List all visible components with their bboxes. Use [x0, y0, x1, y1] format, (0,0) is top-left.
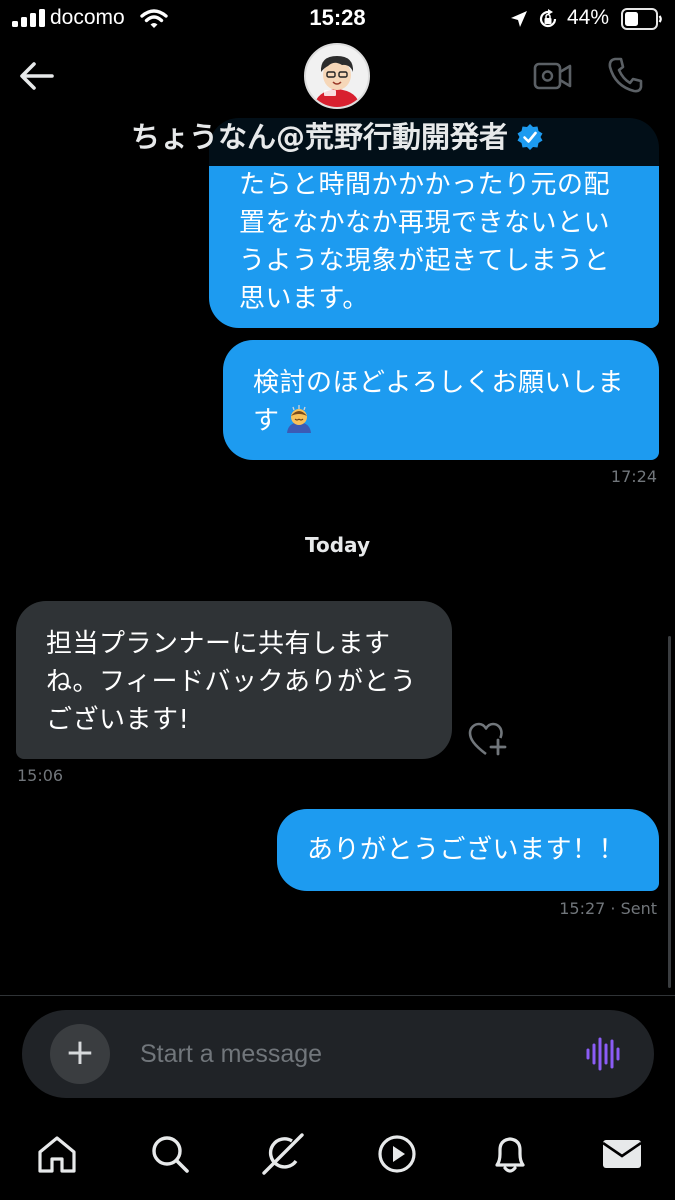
notifications-icon	[495, 1137, 525, 1173]
location-arrow-icon	[511, 11, 527, 27]
verified-badge-icon	[517, 124, 543, 150]
avatar-illustration	[306, 45, 368, 107]
bowing-person-emoji	[286, 405, 311, 433]
status-bar: docomo 15:28 44%	[0, 0, 675, 40]
contact-avatar[interactable]	[304, 43, 370, 109]
bottom-navigation	[0, 1112, 675, 1200]
contact-name-row[interactable]: ちょうなん@荒野行動開発者	[0, 114, 675, 156]
home-icon	[38, 1136, 76, 1173]
contact-name: ちょうなん@荒野行動開発者	[130, 120, 508, 154]
message-composer[interactable]: +	[22, 1010, 654, 1098]
nav-grok[interactable]	[261, 1132, 305, 1176]
back-button[interactable]	[16, 56, 58, 96]
message-status: 15:27 · Sent	[559, 899, 657, 918]
message-timestamp: 15:06	[17, 766, 64, 785]
conversation-header: docomo 15:28 44% ちょうなん@荒野行動開発者	[0, 0, 675, 166]
grok-icon	[262, 1133, 304, 1175]
battery-percentage: 44%	[567, 6, 610, 29]
battery-icon	[621, 8, 662, 30]
video-call-button[interactable]	[533, 58, 573, 94]
voice-message-button[interactable]	[584, 1036, 622, 1072]
message-timestamp: 17:24	[610, 467, 657, 486]
day-divider: Today	[305, 533, 370, 557]
message-bubble-sent[interactable]: 検討のほどよろしくお願いしま す	[223, 340, 659, 460]
message-input[interactable]	[140, 1032, 560, 1076]
rotation-lock-icon	[539, 9, 557, 28]
plus-icon: +	[64, 1032, 96, 1073]
scrollbar[interactable]	[668, 636, 671, 988]
message-bubble-sent[interactable]: ありがとうございます！！	[277, 809, 659, 891]
nav-notifications[interactable]	[488, 1132, 532, 1176]
video-icon	[378, 1135, 416, 1173]
search-icon	[152, 1136, 189, 1173]
add-attachment-button[interactable]: +	[50, 1024, 110, 1084]
nav-search[interactable]	[148, 1132, 192, 1176]
phone-icon	[608, 57, 643, 93]
voice-call-button[interactable]	[606, 55, 644, 95]
nav-home[interactable]	[35, 1132, 79, 1176]
back-arrow-icon	[20, 62, 54, 90]
message-bubble-received[interactable]: 担当プランナーに共有します ね。フィードバックありがとう ございます!	[16, 601, 452, 759]
add-reaction-heart-icon[interactable]	[466, 720, 510, 760]
voice-wave-icon	[586, 1037, 620, 1071]
video-call-icon	[533, 62, 572, 90]
composer-divider	[0, 995, 675, 996]
messages-icon	[602, 1140, 642, 1168]
nav-messages[interactable]	[600, 1132, 644, 1176]
nav-video[interactable]	[375, 1132, 419, 1176]
